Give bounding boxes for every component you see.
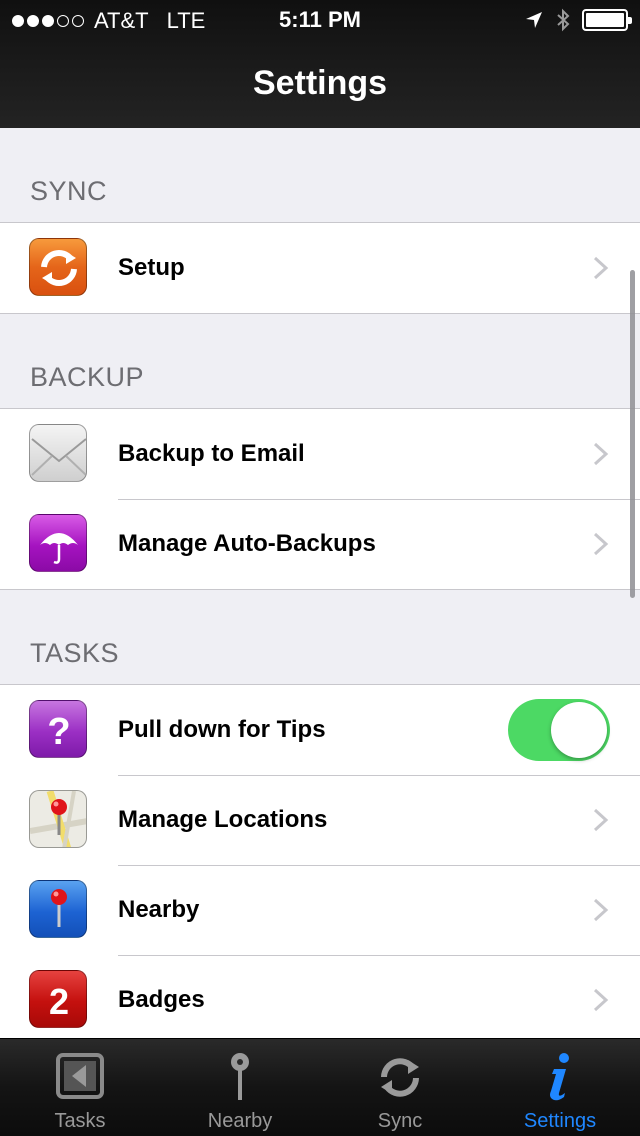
section-header-tasks: TASKS: [30, 638, 120, 668]
location-arrow-icon: [526, 12, 542, 28]
setup-row[interactable]: Setup: [0, 223, 640, 313]
svg-text:?: ?: [47, 711, 70, 753]
chevron-right-icon: [593, 988, 609, 1012]
bluetooth-icon: [557, 8, 570, 32]
tab-settings-label: Settings: [523, 1110, 597, 1132]
backup-group: Backup to Email Manage Auto-Backups: [0, 408, 640, 590]
badge-icon: 2: [29, 970, 87, 1028]
question-icon: ?: [29, 700, 87, 758]
battery-icon: [582, 9, 632, 31]
badge-number: 2: [49, 981, 69, 1022]
status-bar: AT&T LTE 5:11 PM: [0, 0, 640, 40]
section-header-sync: SYNC: [30, 176, 108, 206]
back-square-icon: [56, 1053, 104, 1099]
section-header-backup: BACKUP: [30, 362, 145, 392]
manage-auto-backups-label: Manage Auto-Backups: [118, 530, 376, 557]
tasks-group: ? Pull down for Tips Manage Locations Ne…: [0, 684, 640, 1038]
manage-locations-label: Manage Locations: [118, 806, 328, 833]
sync-group: Setup: [0, 222, 640, 314]
tab-nearby[interactable]: Nearby: [160, 1039, 320, 1136]
sync-icon: [29, 238, 87, 296]
tab-sync[interactable]: Sync: [320, 1039, 480, 1136]
tab-bar: Tasks Nearby Sync Settings: [0, 1038, 640, 1136]
map-pin-icon: [29, 790, 87, 848]
scroll-indicator: [630, 270, 635, 598]
sync-icon: [381, 1058, 419, 1097]
pull-down-for-tips-row: ? Pull down for Tips: [0, 685, 640, 775]
navigation-bar: AT&T LTE 5:11 PM Settings: [0, 0, 640, 128]
tips-toggle[interactable]: [508, 699, 610, 761]
tab-nearby-label: Nearby: [207, 1110, 273, 1132]
status-right: [524, 8, 632, 32]
page-title: Settings: [252, 64, 388, 102]
badges-row[interactable]: 2 Badges: [0, 955, 640, 1038]
toggle-knob: [551, 702, 607, 758]
envelope-icon: [29, 424, 87, 482]
info-icon: [550, 1053, 569, 1101]
manage-locations-row[interactable]: Manage Locations: [0, 775, 640, 865]
pull-down-for-tips-label: Pull down for Tips: [118, 716, 326, 743]
chevron-right-icon: [593, 256, 609, 280]
tab-tasks[interactable]: Tasks: [0, 1039, 160, 1136]
backup-to-email-label: Backup to Email: [118, 440, 305, 467]
tab-tasks-label: Tasks: [54, 1110, 106, 1132]
nearby-row[interactable]: Nearby: [0, 865, 640, 955]
nearby-label: Nearby: [118, 896, 200, 923]
chevron-right-icon: [593, 808, 609, 832]
chevron-right-icon: [593, 532, 609, 556]
badges-label: Badges: [118, 986, 205, 1013]
backup-to-email-row[interactable]: Backup to Email: [0, 409, 640, 499]
manage-auto-backups-row[interactable]: Manage Auto-Backups: [0, 499, 640, 589]
tab-sync-label: Sync: [377, 1110, 423, 1132]
setup-label: Setup: [118, 254, 185, 281]
settings-list[interactable]: SYNC Setup BACKUP Backup to Email Manage…: [0, 128, 640, 1038]
tab-settings[interactable]: Settings: [480, 1039, 640, 1136]
pin-icon: [29, 880, 87, 938]
chevron-right-icon: [593, 442, 609, 466]
pin-icon: [231, 1053, 249, 1100]
chevron-right-icon: [593, 898, 609, 922]
umbrella-icon: [29, 514, 87, 572]
